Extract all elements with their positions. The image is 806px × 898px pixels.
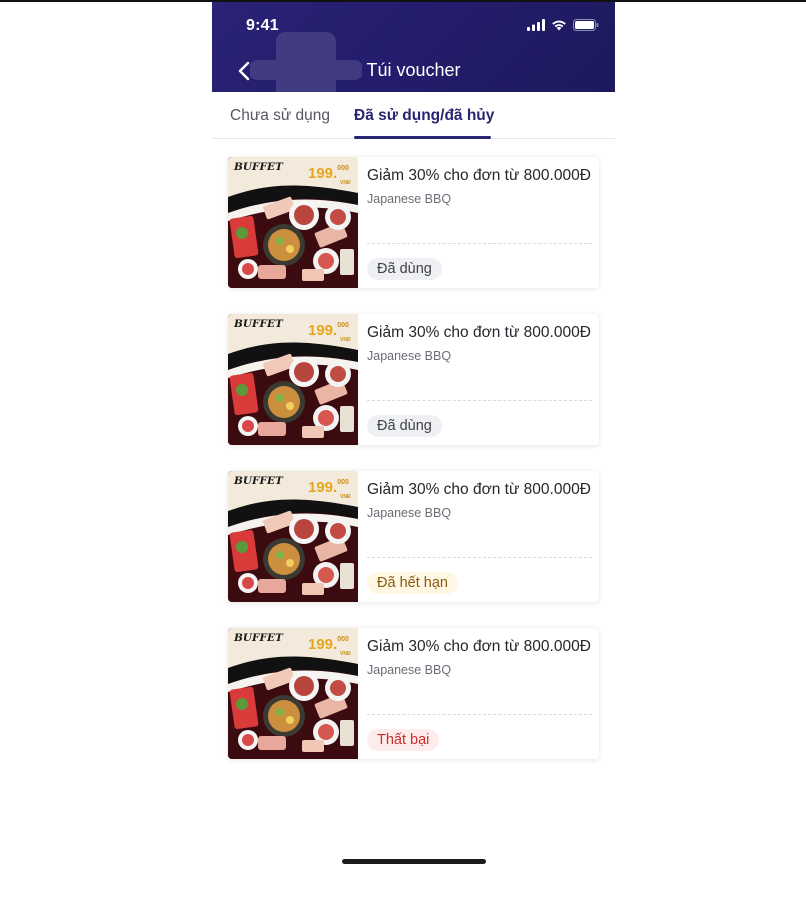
status-badge: Thất bại bbox=[367, 729, 440, 751]
voucher-title: Giảm 30% cho đơn từ 800.000Đ bbox=[367, 638, 591, 655]
thumbnail-price-unit: VNĐ bbox=[340, 494, 351, 500]
status-badge: Đã dùng bbox=[367, 415, 442, 437]
dashed-divider bbox=[367, 243, 592, 244]
status-badge: Đã dùng bbox=[367, 258, 442, 280]
voucher-list: BUFFET 199.000 VNĐ Giảm 30% cho đơn từ 8… bbox=[228, 157, 599, 785]
active-tab-indicator bbox=[354, 136, 491, 139]
thumbnail-price-unit: VNĐ bbox=[340, 337, 351, 343]
status-badge: Đã hết hạn bbox=[367, 572, 458, 594]
dashed-divider bbox=[367, 400, 592, 401]
voucher-title: Giảm 30% cho đơn từ 800.000Đ bbox=[367, 167, 591, 184]
tab-used-cancelled[interactable]: Đã sử dụng/đã hủy bbox=[354, 107, 494, 125]
dashed-divider bbox=[367, 557, 592, 558]
status-bar: 9:41 bbox=[212, 2, 615, 46]
thumbnail-buffet-text: BUFFET bbox=[234, 475, 283, 487]
thumbnail-price-unit: VNĐ bbox=[340, 180, 351, 186]
voucher-title: Giảm 30% cho đơn từ 800.000Đ bbox=[367, 481, 591, 498]
voucher-merchant: Japanese BBQ bbox=[367, 662, 452, 677]
thumbnail-price-unit: VNĐ bbox=[340, 651, 351, 657]
thumbnail-buffet-text: BUFFET bbox=[234, 318, 283, 330]
tab-bar: Chưa sử dụng Đã sử dụng/đã hủy bbox=[212, 92, 615, 139]
tab-unused[interactable]: Chưa sử dụng bbox=[230, 107, 330, 125]
thumbnail-buffet-text: BUFFET bbox=[234, 632, 283, 644]
battery-icon bbox=[573, 19, 599, 31]
voucher-card[interactable]: BUFFET 199.000 VNĐ Giảm 30% cho đơn từ 8… bbox=[228, 628, 599, 759]
cellular-signal-icon bbox=[527, 19, 545, 31]
phone-screen: 9:41 Túi voucher Chưa sử dụng Đã sử dụng… bbox=[212, 2, 615, 898]
status-time: 9:41 bbox=[246, 17, 279, 34]
voucher-thumbnail: BUFFET 199.000 VNĐ bbox=[228, 628, 358, 759]
dashed-divider bbox=[367, 714, 592, 715]
voucher-title: Giảm 30% cho đơn từ 800.000Đ bbox=[367, 324, 591, 341]
home-indicator bbox=[342, 859, 486, 864]
thumbnail-buffet-text: BUFFET bbox=[234, 161, 283, 173]
wifi-icon bbox=[552, 20, 566, 31]
voucher-thumbnail: BUFFET 199.000 VNĐ bbox=[228, 471, 358, 602]
voucher-card[interactable]: BUFFET 199.000 VNĐ Giảm 30% cho đơn từ 8… bbox=[228, 314, 599, 445]
app-header: 9:41 Túi voucher bbox=[212, 2, 615, 92]
voucher-thumbnail: BUFFET 199.000 VNĐ bbox=[228, 157, 358, 288]
voucher-merchant: Japanese BBQ bbox=[367, 505, 452, 520]
voucher-card[interactable]: BUFFET 199.000 VNĐ Giảm 30% cho đơn từ 8… bbox=[228, 471, 599, 602]
voucher-thumbnail: BUFFET 199.000 VNĐ bbox=[228, 314, 358, 445]
page-title: Túi voucher bbox=[366, 60, 461, 80]
voucher-merchant: Japanese BBQ bbox=[367, 191, 452, 206]
voucher-card[interactable]: BUFFET 199.000 VNĐ Giảm 30% cho đơn từ 8… bbox=[228, 157, 599, 288]
voucher-merchant: Japanese BBQ bbox=[367, 348, 452, 363]
